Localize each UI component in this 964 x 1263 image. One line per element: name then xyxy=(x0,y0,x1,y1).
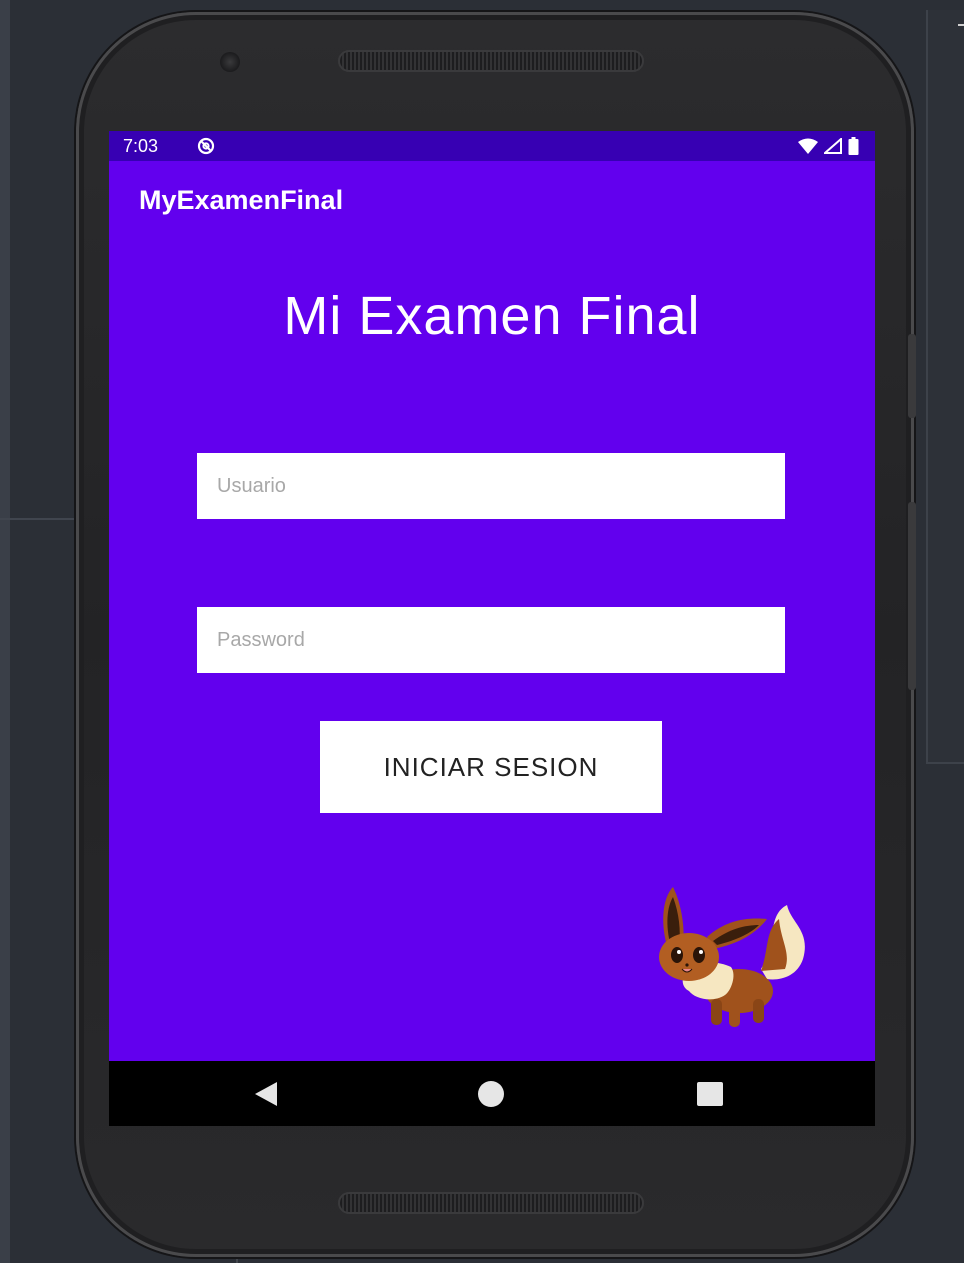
status-time: 7:03 xyxy=(123,136,159,156)
ide-divider xyxy=(0,518,80,520)
page-title: Mi Examen Final xyxy=(283,286,701,346)
bottom-speaker xyxy=(338,1192,644,1214)
app-screen: 7:03 MyExamenFinal Mi Examen Final INICI… xyxy=(109,131,875,1126)
system-nav-bar xyxy=(109,1061,875,1126)
home-icon[interactable] xyxy=(478,1081,504,1107)
sync-disabled-icon xyxy=(197,137,215,155)
back-icon[interactable] xyxy=(253,1080,279,1108)
volume-button[interactable] xyxy=(908,334,916,418)
username-input[interactable] xyxy=(197,453,785,519)
ide-left-panel xyxy=(0,0,10,1263)
front-camera xyxy=(220,52,240,72)
wifi-icon xyxy=(798,138,818,154)
top-speaker xyxy=(338,50,644,72)
status-bar: 7:03 xyxy=(109,131,875,161)
power-button[interactable] xyxy=(908,502,916,690)
status-icons xyxy=(798,137,859,155)
login-button[interactable]: INICIAR SESION xyxy=(320,721,662,813)
ide-right-panel xyxy=(926,10,964,764)
eevee-mascot-image xyxy=(659,887,805,1027)
signal-icon xyxy=(824,138,842,154)
ide-panel-mark xyxy=(958,24,964,26)
password-input[interactable] xyxy=(197,607,785,673)
app-title: MyExamenFinal xyxy=(139,185,344,215)
battery-icon xyxy=(848,137,859,155)
recents-icon[interactable] xyxy=(697,1082,723,1106)
